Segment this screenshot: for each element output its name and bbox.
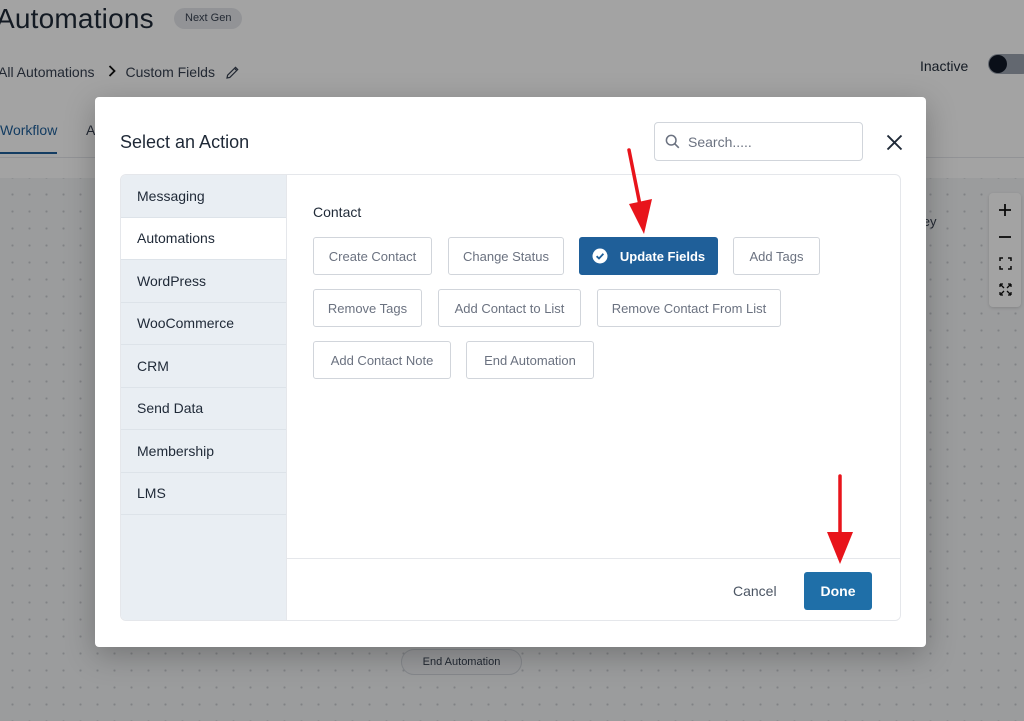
section-title-contact: Contact — [313, 204, 362, 220]
action-remove-contact-from-list[interactable]: Remove Contact From List — [597, 289, 781, 327]
modal-body: Messaging Automations WordPress WooComme… — [120, 174, 901, 621]
sidebar-item-lms[interactable]: LMS — [121, 473, 286, 515]
modal-title: Select an Action — [120, 132, 250, 152]
action-add-contact-note[interactable]: Add Contact Note — [313, 341, 451, 379]
check-circle-icon — [592, 248, 608, 264]
annotation-arrow-done — [827, 474, 853, 564]
select-action-modal: Select an Action Messaging Automations W… — [95, 97, 926, 647]
action-add-tags[interactable]: Add Tags — [733, 237, 820, 275]
action-end-automation[interactable]: End Automation — [466, 341, 594, 379]
sidebar-item-wordpress[interactable]: WordPress — [121, 260, 286, 303]
category-sidebar: Messaging Automations WordPress WooComme… — [121, 175, 287, 620]
cancel-button[interactable]: Cancel — [723, 576, 787, 606]
action-update-fields-label: Update Fields — [619, 248, 706, 264]
annotation-arrow-update-fields — [627, 148, 652, 234]
sidebar-item-membership[interactable]: Membership — [121, 430, 286, 473]
sidebar-item-messaging[interactable]: Messaging — [121, 175, 286, 218]
action-remove-tags[interactable]: Remove Tags — [313, 289, 422, 327]
close-button[interactable] — [884, 132, 904, 152]
sidebar-item-send-data[interactable]: Send Data — [121, 388, 286, 430]
sidebar-item-woocommerce[interactable]: WooCommerce — [121, 303, 286, 345]
search-box[interactable] — [654, 122, 863, 161]
action-create-contact[interactable]: Create Contact — [313, 237, 432, 275]
modal-footer: Cancel Done — [287, 558, 900, 620]
action-update-fields[interactable]: Update Fields — [579, 237, 718, 275]
close-icon — [886, 134, 902, 150]
action-add-contact-to-list[interactable]: Add Contact to List — [438, 289, 581, 327]
search-icon — [665, 134, 680, 149]
done-button[interactable]: Done — [804, 572, 872, 610]
sidebar-item-automations[interactable]: Automations — [121, 217, 286, 260]
actions-panel: Contact Create Contact Change Status Upd… — [287, 175, 900, 558]
search-input[interactable] — [688, 133, 848, 150]
action-change-status[interactable]: Change Status — [448, 237, 564, 275]
sidebar-item-crm[interactable]: CRM — [121, 345, 286, 388]
